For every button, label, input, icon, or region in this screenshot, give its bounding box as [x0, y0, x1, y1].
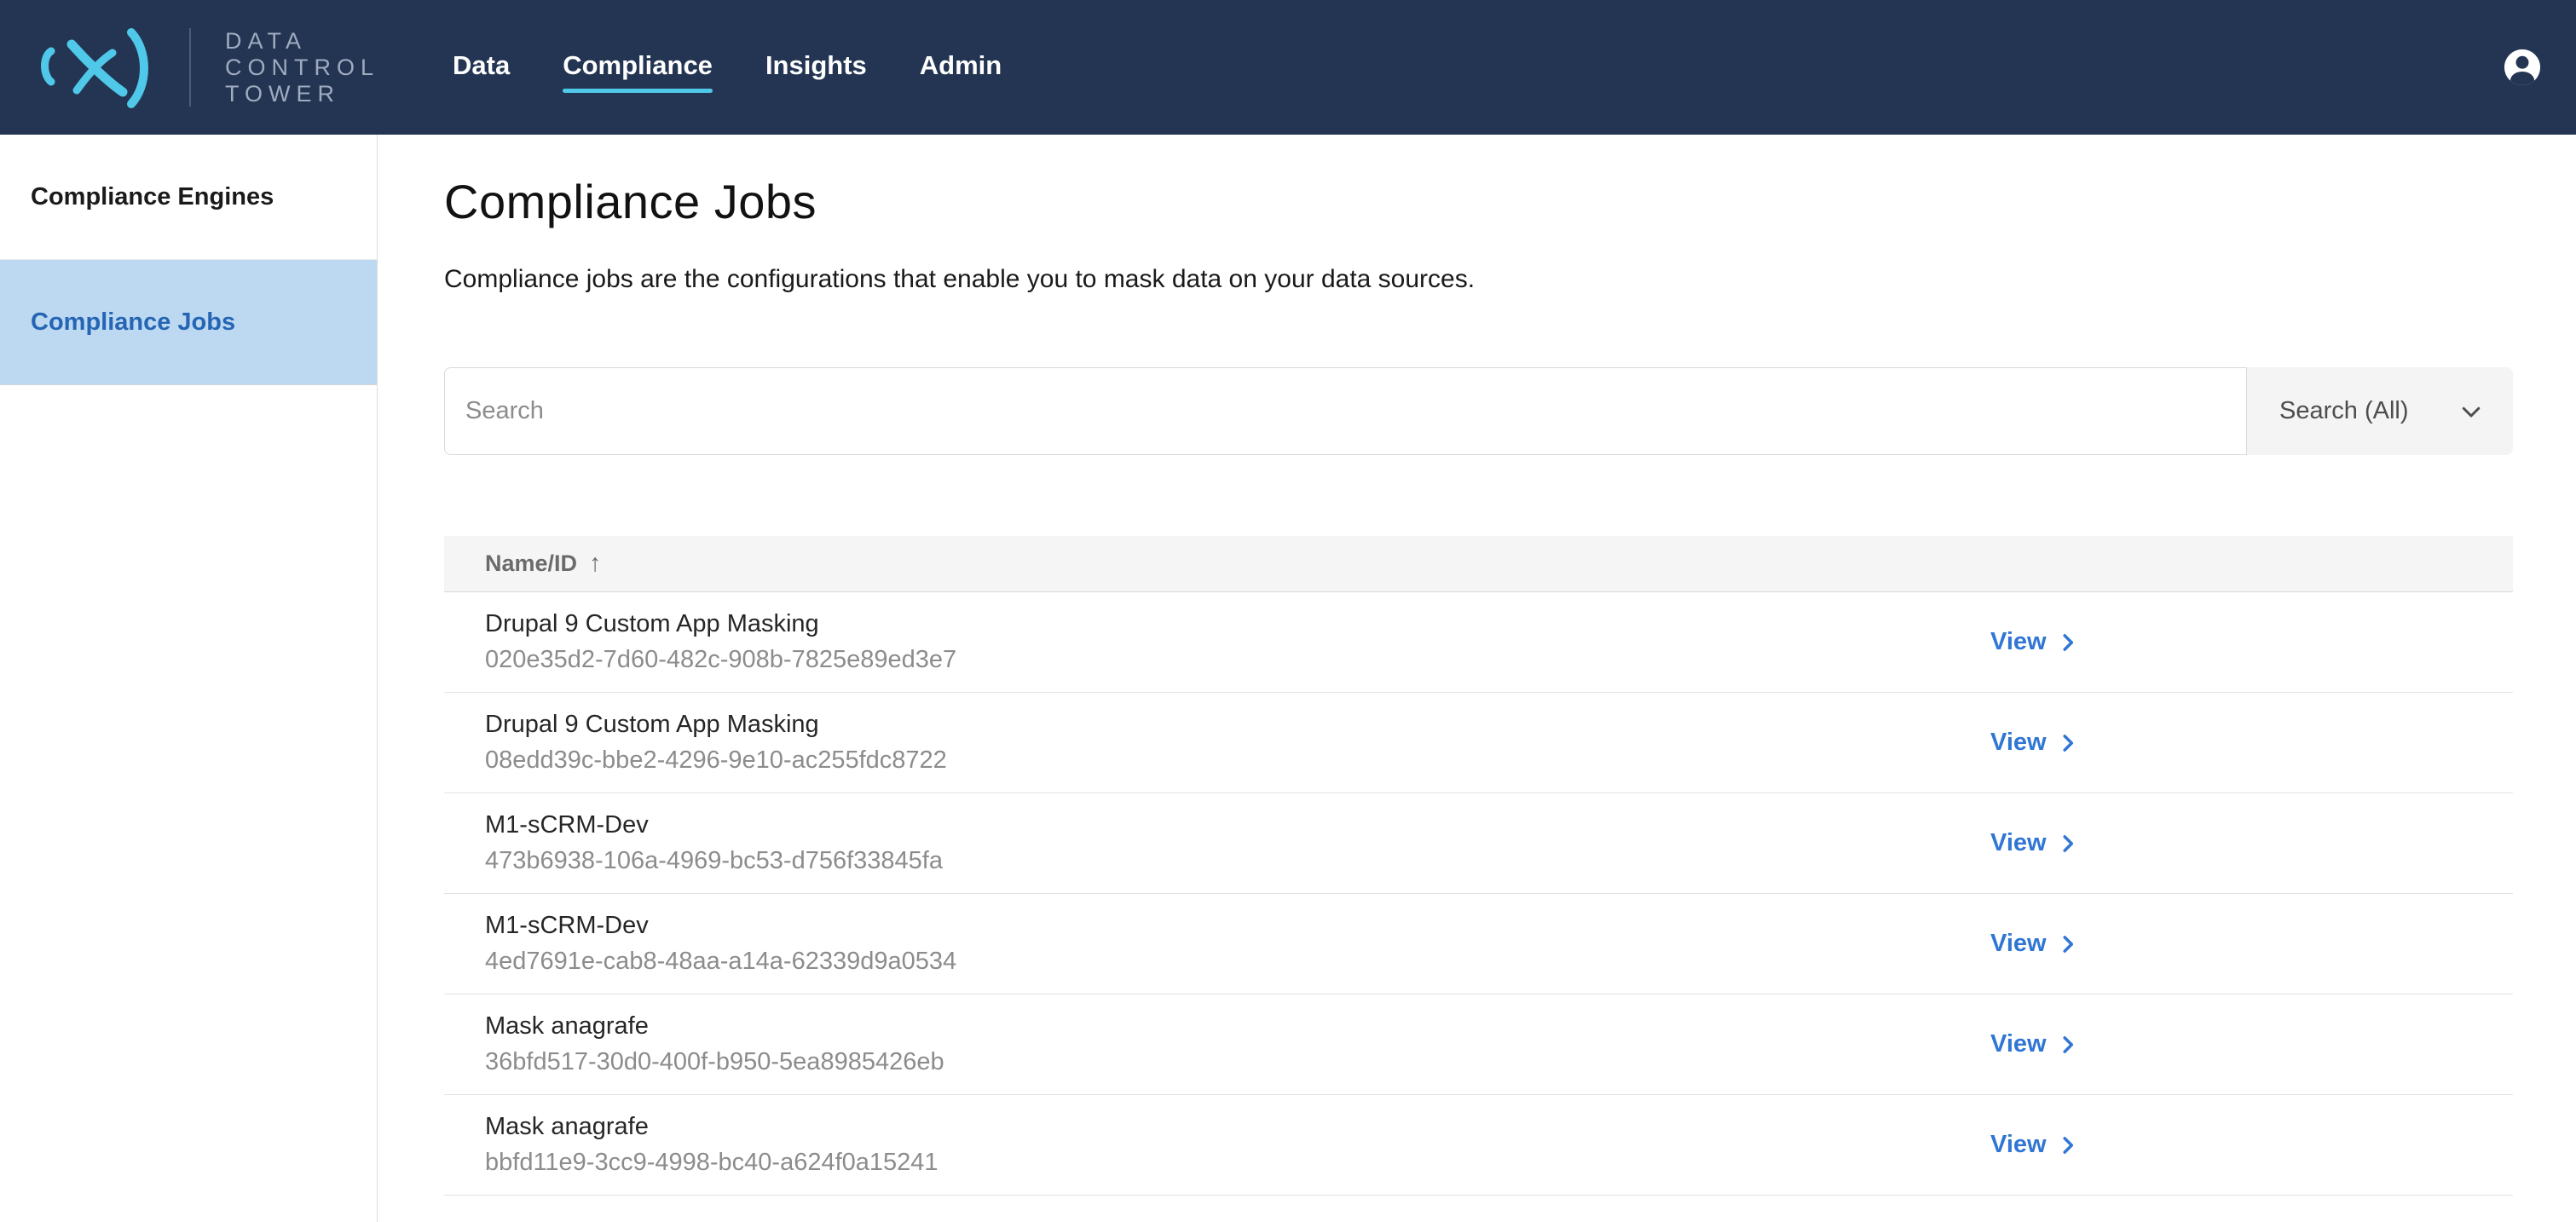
chevron-right-icon	[2057, 631, 2079, 654]
job-name: Mask anagrafe	[485, 1113, 1990, 1141]
chevron-right-icon	[2057, 833, 2079, 855]
user-account-icon[interactable]	[2503, 48, 2542, 87]
chevron-down-icon	[2458, 399, 2484, 424]
sort-ascending-icon: ↑	[589, 550, 602, 578]
page-title: Compliance Jobs	[444, 174, 2513, 229]
job-action-cell: View	[1990, 628, 2513, 656]
search-input[interactable]	[444, 367, 2247, 455]
job-name: Drupal 9 Custom App Masking	[485, 711, 1990, 739]
search-filter-dropdown[interactable]: Search (All)	[2247, 367, 2513, 455]
job-name-cell: Drupal 9 Custom App Masking 020e35d2-7d6…	[444, 610, 1990, 674]
job-name-cell: Drupal 9 Custom App Masking 08edd39c-bbe…	[444, 711, 1990, 775]
chevron-right-icon	[2057, 732, 2079, 754]
table-row: Drupal 9 Custom App Masking 08edd39c-bbe…	[444, 693, 2513, 793]
job-id: bbfd11e9-3cc9-4998-bc40-a624f0a15241	[485, 1149, 1990, 1177]
view-link[interactable]: View	[1990, 1030, 2079, 1058]
job-action-cell: View	[1990, 829, 2513, 857]
table-row: M1-sCRM-Dev 4ed7691e-cab8-48aa-a14a-6233…	[444, 894, 2513, 994]
job-name: Drupal 9 Custom App Masking	[485, 610, 1990, 638]
top-navbar: DATACONTROLTOWER Data Compliance Insight…	[0, 0, 2576, 135]
view-link[interactable]: View	[1990, 1131, 2079, 1159]
table-row: M1-sCRM-Dev 473b6938-106a-4969-bc53-d756…	[444, 793, 2513, 894]
nav-item[interactable]: Admin	[920, 42, 1002, 93]
column-header-name-id[interactable]: Name/ID ↑	[444, 536, 2513, 592]
search-bar: Search (All)	[444, 367, 2513, 455]
nav-item[interactable]: Insights	[765, 42, 867, 93]
view-link[interactable]: View	[1990, 628, 2079, 656]
job-action-cell: View	[1990, 729, 2513, 757]
sidebar-item[interactable]: Compliance Jobs	[0, 260, 377, 385]
job-id: 4ed7691e-cab8-48aa-a14a-62339d9a0534	[485, 948, 1990, 976]
sidebar: Compliance Engines Compliance Jobs	[0, 135, 378, 1222]
view-link[interactable]: View	[1990, 930, 2079, 958]
chevron-right-icon	[2057, 1034, 2079, 1056]
search-filter-label: Search (All)	[2279, 397, 2409, 425]
brand-logo[interactable]: DATACONTROLTOWER	[24, 22, 379, 112]
sidebar-item[interactable]: Compliance Engines	[0, 135, 377, 260]
job-name-cell: M1-sCRM-Dev 4ed7691e-cab8-48aa-a14a-6233…	[444, 912, 1990, 976]
table-row: Mask anagrafe bbfd11e9-3cc9-4998-bc40-a6…	[444, 1095, 2513, 1196]
view-link[interactable]: View	[1990, 829, 2079, 857]
chevron-right-icon	[2057, 933, 2079, 955]
job-id: 473b6938-106a-4969-bc53-d756f33845fa	[485, 847, 1990, 875]
compliance-jobs-table: Name/ID ↑ Drupal 9 Custom App Masking 02…	[444, 536, 2513, 1196]
delphix-x-mark-icon	[24, 22, 153, 112]
job-id: 08edd39c-bbe2-4296-9e10-ac255fdc8722	[485, 746, 1990, 775]
nav-item[interactable]: Data	[453, 42, 510, 93]
job-id: 020e35d2-7d60-482c-908b-7825e89ed3e7	[485, 646, 1990, 674]
job-name-cell: Mask anagrafe bbfd11e9-3cc9-4998-bc40-a6…	[444, 1113, 1990, 1177]
logo-divider	[189, 28, 191, 107]
job-id: 36bfd517-30d0-400f-b950-5ea8985426eb	[485, 1048, 1990, 1076]
job-name: M1-sCRM-Dev	[485, 912, 1990, 940]
main-content: Compliance Jobs Compliance jobs are the …	[378, 135, 2576, 1222]
table-row: Mask anagrafe 36bfd517-30d0-400f-b950-5e…	[444, 994, 2513, 1095]
primary-nav: Data Compliance Insights Admin	[453, 42, 1002, 93]
job-action-cell: View	[1990, 1131, 2513, 1159]
job-name-cell: M1-sCRM-Dev 473b6938-106a-4969-bc53-d756…	[444, 811, 1990, 875]
table-body: Drupal 9 Custom App Masking 020e35d2-7d6…	[444, 592, 2513, 1196]
nav-item[interactable]: Compliance	[563, 42, 713, 93]
job-action-cell: View	[1990, 930, 2513, 958]
chevron-right-icon	[2057, 1134, 2079, 1156]
job-name-cell: Mask anagrafe 36bfd517-30d0-400f-b950-5e…	[444, 1012, 1990, 1076]
table-row: Drupal 9 Custom App Masking 020e35d2-7d6…	[444, 592, 2513, 693]
job-action-cell: View	[1990, 1030, 2513, 1058]
job-name: M1-sCRM-Dev	[485, 811, 1990, 839]
page-description: Compliance jobs are the configurations t…	[444, 265, 2513, 294]
logo-wordmark: DATACONTROLTOWER	[225, 28, 379, 107]
job-name: Mask anagrafe	[485, 1012, 1990, 1040]
view-link[interactable]: View	[1990, 729, 2079, 757]
